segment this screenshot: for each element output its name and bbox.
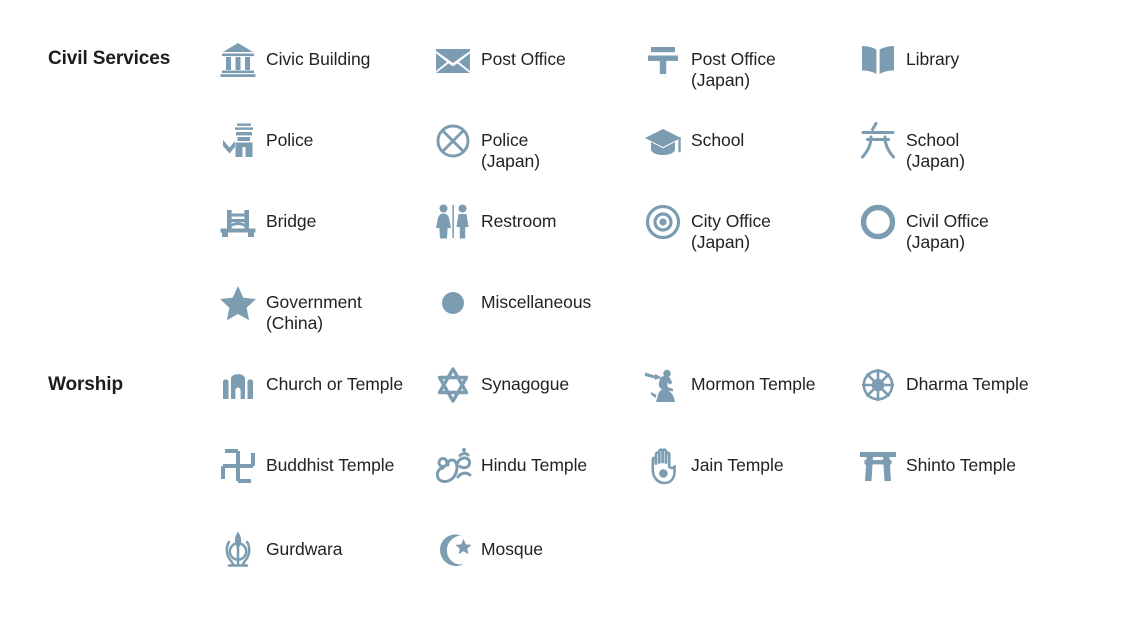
- map-symbol-legend: Civil Services Civic Building Post Offic…: [0, 0, 1126, 626]
- bridge-icon: [210, 196, 266, 248]
- legend-row: Buddhist Temple Hindu Temple Jain Temple…: [0, 440, 1126, 521]
- legend-item-label: Buddhist Temple: [266, 455, 395, 475]
- legend-item-label: Government (China): [266, 292, 362, 333]
- legend-item-synagogue[interactable]: Synagogue: [425, 359, 569, 429]
- legend-item-label: Police: [266, 130, 314, 150]
- school-graduation-cap-icon: [635, 115, 691, 167]
- legend-item-label: Civil Office (Japan): [906, 211, 989, 252]
- legend-item-label: Civic Building: [266, 49, 371, 69]
- legend-row: Civic Building Post Office Post Office (…: [0, 34, 1126, 115]
- legend-row: Bridge Restroom City Office (Japan) Civi…: [0, 196, 1126, 277]
- legend-item-label: Library: [906, 49, 960, 69]
- legend-item-city-office-japan[interactable]: City Office (Japan): [635, 196, 771, 266]
- police-japan-icon: [425, 115, 481, 167]
- legend-item-post-office-japan[interactable]: Post Office (Japan): [635, 34, 776, 104]
- legend-item-police[interactable]: Police: [210, 115, 313, 185]
- legend-item-label: Dharma Temple: [906, 374, 1029, 394]
- legend-row: Government (China) Miscellaneous: [0, 277, 1126, 358]
- church-or-temple-icon: [210, 359, 266, 411]
- legend-item-church-or-temple[interactable]: Church or Temple: [210, 359, 403, 429]
- government-china-star-icon: [210, 277, 266, 329]
- legend-item-mormon-temple[interactable]: Mormon Temple: [635, 359, 816, 429]
- city-office-japan-icon: [635, 196, 691, 248]
- civil-office-japan-icon: [850, 196, 906, 248]
- legend-item-label: Mosque: [481, 539, 543, 559]
- jain-temple-ahimsa-hand-icon: [635, 440, 691, 492]
- legend-item-label: Hindu Temple: [481, 455, 588, 475]
- legend-item-label: Gurdwara: [266, 539, 343, 559]
- legend-item-gurdwara[interactable]: Gurdwara: [210, 524, 342, 594]
- gurdwara-khanda-icon: [210, 524, 266, 576]
- legend-item-label: Jain Temple: [691, 455, 784, 475]
- legend-item-label: City Office (Japan): [691, 211, 771, 252]
- legend-item-label: Mormon Temple: [691, 374, 816, 394]
- legend-item-miscellaneous[interactable]: Miscellaneous: [425, 277, 591, 347]
- post-office-envelope-icon: [425, 34, 481, 86]
- legend-item-hindu-temple[interactable]: Hindu Temple: [425, 440, 587, 510]
- legend-item-post-office[interactable]: Post Office: [425, 34, 566, 104]
- legend-item-police-japan[interactable]: Police (Japan): [425, 115, 540, 185]
- post-office-japan-icon: [635, 34, 691, 86]
- legend-item-label: Restroom: [481, 211, 557, 231]
- legend-item-dharma-temple[interactable]: Dharma Temple: [850, 359, 1029, 429]
- legend-item-shinto-temple[interactable]: Shinto Temple: [850, 440, 1016, 510]
- legend-row: Church or Temple Synagogue Mormon Temple…: [0, 359, 1126, 440]
- legend-item-label: Church or Temple: [266, 374, 403, 394]
- legend-item-restroom[interactable]: Restroom: [425, 196, 557, 266]
- legend-item-label: School: [691, 130, 745, 150]
- buddhist-temple-manji-icon: [210, 440, 266, 492]
- legend-item-civic-building[interactable]: Civic Building: [210, 34, 370, 104]
- legend-row: Gurdwara Mosque: [0, 524, 1126, 605]
- miscellaneous-dot-icon: [425, 277, 481, 329]
- legend-item-label: Post Office (Japan): [691, 49, 776, 90]
- restroom-icon: [425, 196, 481, 248]
- civic-building-icon: [210, 34, 266, 86]
- legend-item-civil-office-japan[interactable]: Civil Office (Japan): [850, 196, 989, 266]
- legend-item-mosque[interactable]: Mosque: [425, 524, 543, 594]
- shinto-temple-torii-icon: [850, 440, 906, 492]
- school-japan-icon: [850, 115, 906, 167]
- library-book-icon: [850, 34, 906, 86]
- legend-item-label: School (Japan): [906, 130, 965, 171]
- legend-item-label: Miscellaneous: [481, 292, 592, 312]
- legend-item-library[interactable]: Library: [850, 34, 959, 104]
- legend-row: Police Police (Japan) School School (Jap…: [0, 115, 1126, 196]
- legend-item-jain-temple[interactable]: Jain Temple: [635, 440, 784, 510]
- mormon-temple-angel-moroni-icon: [635, 359, 691, 411]
- legend-item-label: Shinto Temple: [906, 455, 1016, 475]
- legend-item-label: Post Office: [481, 49, 566, 69]
- hindu-temple-om-icon: [425, 440, 481, 492]
- legend-item-buddhist-temple[interactable]: Buddhist Temple: [210, 440, 394, 510]
- police-officer-icon: [210, 115, 266, 167]
- legend-item-school[interactable]: School: [635, 115, 744, 185]
- legend-item-government-china[interactable]: Government (China): [210, 277, 362, 347]
- synagogue-star-of-david-icon: [425, 359, 481, 411]
- dharma-wheel-icon: [850, 359, 906, 411]
- legend-item-label: Police (Japan): [481, 130, 540, 171]
- mosque-star-crescent-icon: [425, 524, 481, 576]
- legend-item-school-japan[interactable]: School (Japan): [850, 115, 965, 185]
- legend-item-bridge[interactable]: Bridge: [210, 196, 316, 266]
- legend-item-label: Bridge: [266, 211, 317, 231]
- legend-item-label: Synagogue: [481, 374, 570, 394]
